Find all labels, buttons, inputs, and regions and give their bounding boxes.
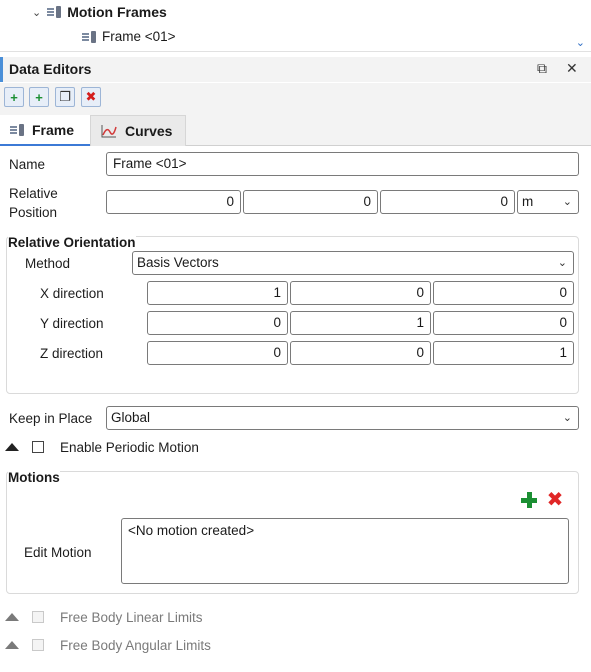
position-y-input[interactable]: 0 (243, 190, 378, 214)
keep-in-place-select[interactable]: Global ⌄ (106, 406, 579, 430)
method-label: Method (25, 256, 71, 271)
frame-icon (82, 30, 96, 43)
add-frame-icon[interactable]: + (4, 87, 24, 107)
tree-item-label: Motion Frames (67, 4, 167, 20)
add-child-frame-icon[interactable]: + (29, 87, 49, 107)
relative-position-label-1: Relative (9, 186, 58, 201)
tab-frame[interactable]: Frame (0, 115, 90, 146)
x-direction-y-input[interactable]: 0 (290, 281, 431, 305)
tab-curves[interactable]: Curves (90, 115, 186, 146)
method-select[interactable]: Basis Vectors ⌄ (132, 251, 574, 275)
keep-in-place-label: Keep in Place (9, 411, 93, 426)
add-motion-icon[interactable] (519, 490, 539, 510)
z-direction-label: Z direction (40, 346, 104, 361)
select-value: Global (111, 410, 151, 425)
tree-item-frame-01[interactable]: Frame <01> (82, 29, 176, 44)
close-icon[interactable]: ✕ (566, 60, 578, 77)
name-input[interactable]: Frame <01> (106, 152, 579, 176)
editor-toolbar: + + ❐ ✖ (0, 83, 591, 113)
collapse-triangle-icon[interactable] (5, 443, 19, 451)
model-tree: ⌄ Motion Frames Frame <01> ⌄ (0, 0, 591, 52)
relative-position-label-2: Position (9, 205, 58, 220)
position-z-input[interactable]: 0 (380, 190, 515, 214)
y-direction-label: Y direction (40, 316, 104, 331)
z-direction-x-input[interactable]: 0 (147, 341, 288, 365)
relative-orientation-title: Relative Orientation (8, 235, 136, 250)
select-value: Basis Vectors (137, 255, 219, 270)
edit-motion-label: Edit Motion (24, 545, 92, 560)
motion-list-empty-text: <No motion created> (128, 523, 255, 538)
data-editors-header: Data Editors ⧉ ✕ (0, 57, 591, 82)
y-direction-y-input[interactable]: 1 (290, 311, 431, 335)
curve-icon (101, 125, 117, 138)
scroll-down-icon[interactable]: ⌄ (576, 36, 585, 49)
tab-label: Frame (32, 121, 75, 138)
chevron-down-icon[interactable]: ⌄ (32, 6, 41, 19)
chevron-down-icon: ⌄ (562, 412, 572, 424)
chevron-down-icon: ⌄ (557, 257, 567, 269)
delete-icon[interactable]: ✖ (81, 87, 101, 107)
x-direction-label: X direction (40, 286, 104, 301)
panel-title: Data Editors (9, 61, 92, 77)
x-direction-z-input[interactable]: 0 (433, 281, 574, 305)
collapse-triangle-icon[interactable] (5, 641, 19, 649)
y-direction-x-input[interactable]: 0 (147, 311, 288, 335)
copy-icon[interactable]: ❐ (55, 87, 75, 107)
frame-icon (10, 123, 24, 136)
z-direction-z-input[interactable]: 1 (433, 341, 574, 365)
position-x-input[interactable]: 0 (106, 190, 241, 214)
delete-motion-icon[interactable]: ✖ (545, 490, 565, 510)
angular-limits-label: Free Body Angular Limits (60, 638, 211, 653)
angular-limits-checkbox[interactable] (32, 639, 44, 651)
y-direction-z-input[interactable]: 0 (433, 311, 574, 335)
select-value: m (522, 194, 534, 209)
periodic-motion-checkbox[interactable] (32, 441, 44, 453)
tab-label: Curves (125, 123, 173, 139)
name-label: Name (9, 157, 46, 172)
editor-tabs: Frame Curves (0, 113, 591, 146)
tree-item-motion-frames[interactable]: ⌄ Motion Frames (32, 4, 167, 20)
position-unit-select[interactable]: m ⌄ (517, 190, 579, 214)
x-direction-x-input[interactable]: 1 (147, 281, 288, 305)
frames-folder-icon (47, 6, 62, 18)
linear-limits-checkbox[interactable] (32, 611, 44, 623)
chevron-down-icon: ⌄ (562, 196, 572, 208)
restore-icon[interactable]: ⧉ (537, 60, 547, 77)
tree-item-label: Frame <01> (102, 29, 176, 44)
collapse-triangle-icon[interactable] (5, 613, 19, 621)
periodic-motion-label: Enable Periodic Motion (60, 440, 199, 455)
linear-limits-label: Free Body Linear Limits (60, 610, 203, 625)
motion-list[interactable]: <No motion created> (121, 518, 569, 584)
z-direction-y-input[interactable]: 0 (290, 341, 431, 365)
motions-title: Motions (8, 470, 60, 485)
